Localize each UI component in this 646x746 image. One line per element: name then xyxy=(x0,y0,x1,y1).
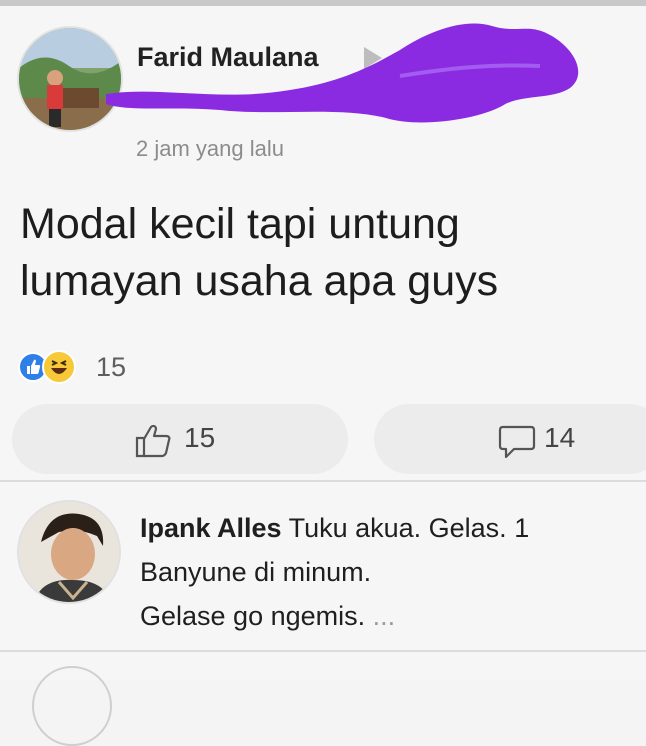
post-content-line-2: lumayan usaha apa guys xyxy=(20,257,499,305)
commenter-photo xyxy=(19,502,119,602)
post-card: Farid Maulana 2 jam yang lalu Modal keci… xyxy=(0,6,646,480)
like-button[interactable]: 15 xyxy=(12,404,348,474)
comment-count: 14 xyxy=(544,422,576,453)
comment-line-3: Gelase go ngemis. ... xyxy=(140,594,630,638)
haha-reaction-icon xyxy=(42,350,76,384)
post-content: Modal kecil tapi untung lumayan usaha ap… xyxy=(20,196,620,310)
thumbs-up-icon xyxy=(135,424,171,458)
comment-bubble-icon xyxy=(498,425,536,459)
commenter-avatar[interactable] xyxy=(17,500,121,604)
comment-text-line-2: Banyune di minum. xyxy=(140,557,372,587)
next-comment-partial xyxy=(0,652,646,746)
see-more-link[interactable]: ... xyxy=(373,601,396,631)
comment-text-line-3: Gelase go ngemis. xyxy=(140,601,366,631)
like-count: 15 xyxy=(184,422,216,453)
comment-text-line-1: Tuku akua. Gelas. 1 xyxy=(288,513,530,543)
post-content-line-1: Modal kecil tapi untung xyxy=(20,200,460,248)
comment-button[interactable]: 14 xyxy=(374,404,646,474)
comment-line-1: Ipank Alles Tuku akua. Gelas. 1 xyxy=(140,506,630,550)
redaction-scribble xyxy=(106,23,579,123)
reaction-count: 15 xyxy=(96,352,127,382)
commenter-name[interactable]: Ipank Alles xyxy=(140,513,282,543)
comment-item: Ipank Alles Tuku akua. Gelas. 1 Banyune … xyxy=(0,482,646,650)
comment-body: Ipank Alles Tuku akua. Gelas. 1 Banyune … xyxy=(140,506,630,638)
post-timestamp: 2 jam yang lalu xyxy=(136,136,284,161)
next-commenter-avatar[interactable] xyxy=(32,666,112,746)
